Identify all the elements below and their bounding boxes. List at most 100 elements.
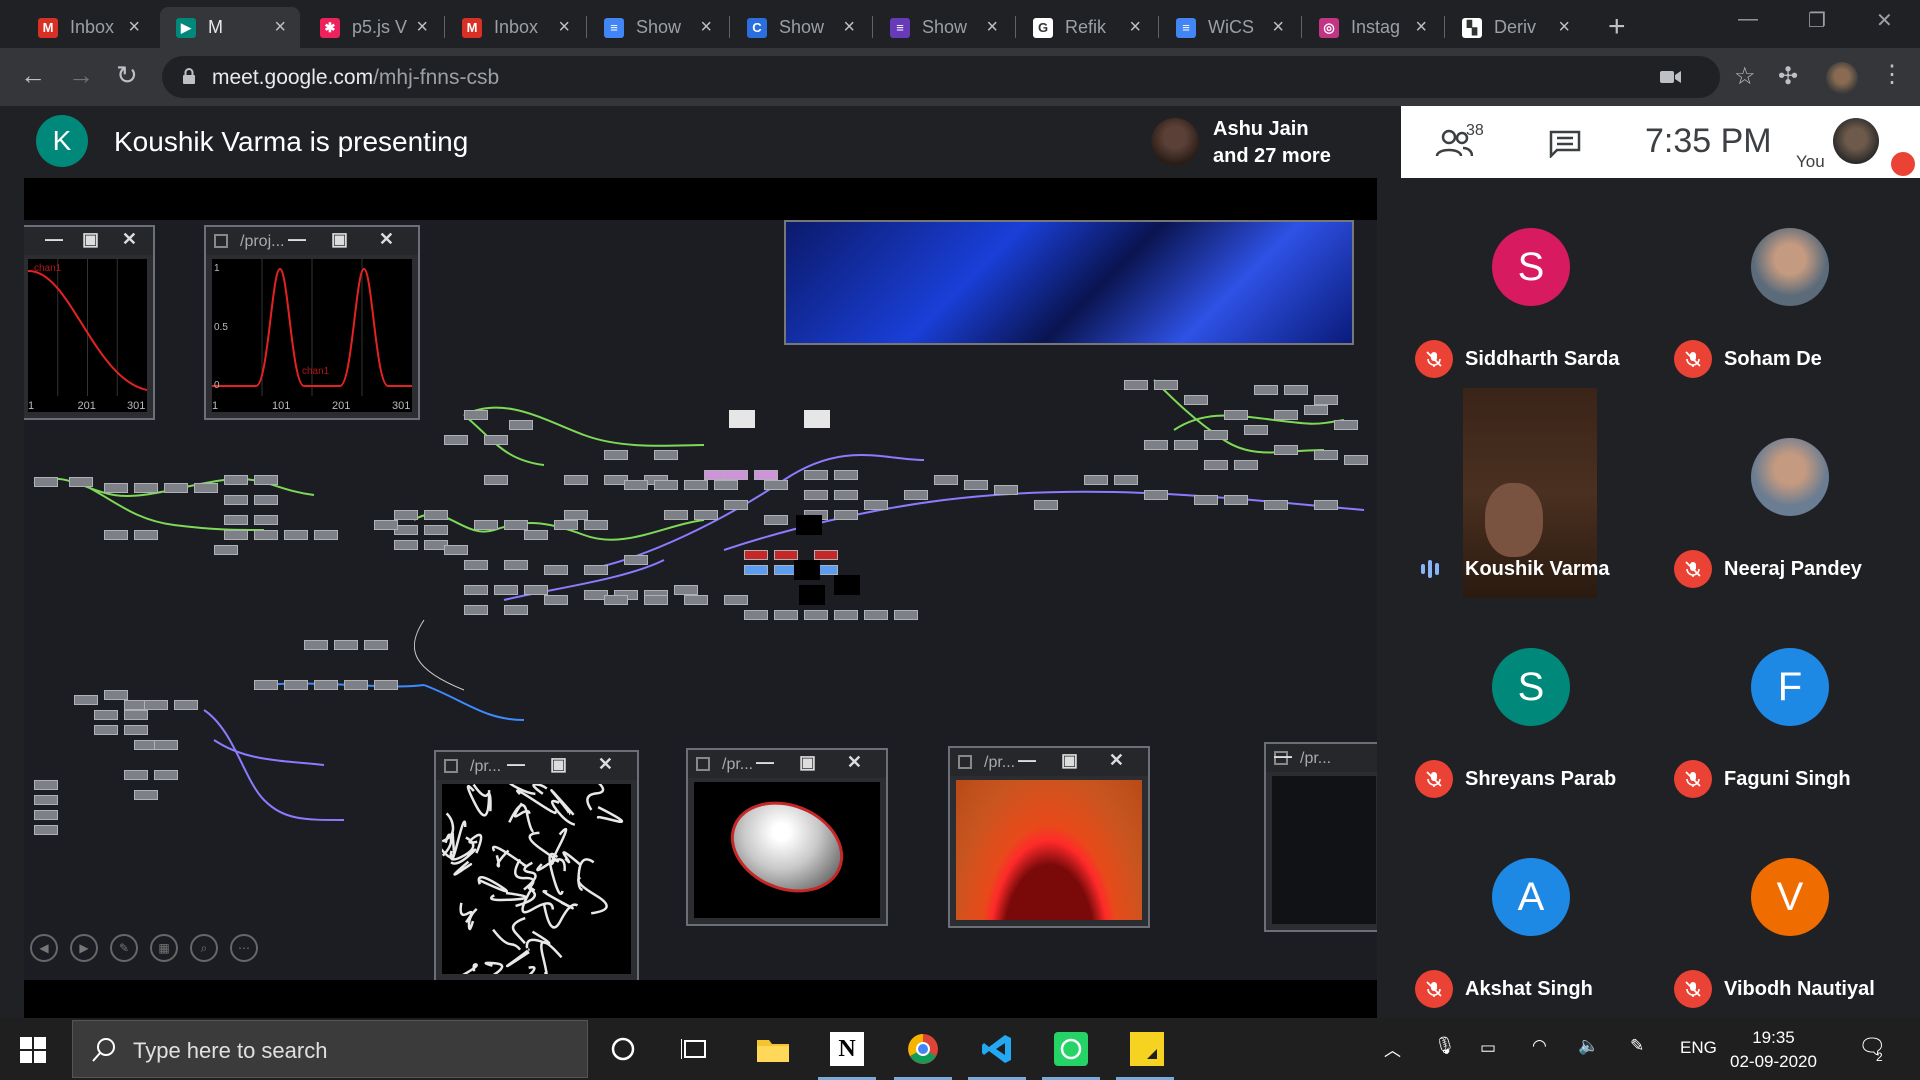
system-clock[interactable]: 19:35 02-09-2020	[1730, 1026, 1817, 1074]
viewer-window[interactable]: — ▣ ✕ 1 201 301 chan1	[24, 225, 155, 420]
profile-avatar[interactable]	[1826, 62, 1858, 94]
browser-tab[interactable]: M Inbox ×	[22, 7, 154, 48]
bookmark-star-icon[interactable]: ☆	[1734, 62, 1756, 91]
cortana-icon[interactable]	[606, 1032, 640, 1066]
maximize-icon[interactable]: ▣	[550, 754, 567, 775]
close-tab-icon[interactable]: ×	[1415, 16, 1427, 39]
viewer-titlebar[interactable]: /pr... — ▣ ✕	[950, 748, 1148, 776]
maximize-icon[interactable]: ▣	[331, 229, 348, 250]
participant-tile[interactable]: Soham De	[1660, 178, 1918, 388]
participant-tile[interactable]: F Faguni Singh	[1660, 598, 1918, 808]
browser-tab[interactable]: ◎ Instag ×	[1303, 7, 1441, 48]
viewer-window[interactable]: /pr... — ▣ ✕	[686, 748, 888, 926]
viewer-titlebar[interactable]: /proj... — ▣ ✕	[206, 227, 418, 255]
taskbar-search-box[interactable]: Type here to search	[72, 1020, 588, 1078]
operator-node	[394, 540, 418, 550]
browser-tab[interactable]: ▶ M ×	[160, 7, 300, 48]
language-indicator[interactable]: ENG	[1680, 1038, 1717, 1058]
participant-tile[interactable]: S Shreyans Parab	[1401, 598, 1659, 808]
close-tab-icon[interactable]: ×	[700, 16, 712, 39]
viewer-window[interactable]: /pr... —	[1264, 742, 1377, 932]
chart-tick-label: 0	[214, 380, 220, 391]
chrome-menu-icon[interactable]: ⋮	[1880, 60, 1904, 89]
browser-tab[interactable]: ▚ Deriv ×	[1446, 7, 1584, 48]
show-hidden-icons[interactable]: ︿	[1384, 1036, 1401, 1061]
extensions-icon[interactable]: ✣	[1778, 62, 1798, 91]
maximize-window-button[interactable]: ❐	[1808, 8, 1826, 33]
vscode-icon[interactable]	[980, 1032, 1014, 1066]
sticky-notes-icon[interactable]	[1130, 1032, 1164, 1066]
browser-tab[interactable]: C Show ×	[731, 7, 869, 48]
back-button[interactable]: ←	[20, 60, 46, 91]
operator-node	[1264, 500, 1288, 510]
viewer-titlebar[interactable]: — ▣ ✕	[24, 227, 153, 255]
new-tab-button[interactable]: +	[1608, 10, 1626, 44]
participant-tile[interactable]: A Akshat Singh	[1401, 808, 1659, 1018]
close-icon[interactable]: ✕	[379, 229, 394, 250]
browser-tab[interactable]: ≡ Show ×	[874, 7, 1012, 48]
participant-photo	[1751, 228, 1829, 306]
reload-button[interactable]: ↻	[116, 60, 138, 91]
pen-icon[interactable]: ✎	[1630, 1036, 1644, 1056]
minimize-icon[interactable]: —	[1274, 746, 1292, 767]
minimize-window-button[interactable]: —	[1738, 8, 1758, 31]
close-icon[interactable]: ✕	[598, 754, 613, 775]
notion-icon[interactable]: N	[830, 1032, 864, 1066]
whatsapp-icon[interactable]	[1054, 1032, 1088, 1066]
viewer-titlebar[interactable]: /pr... — ▣ ✕	[688, 750, 886, 778]
viewer-window[interactable]: /pr... — ▣ ✕	[434, 750, 639, 980]
participant-tile[interactable]: V Vibodh Nautiyal	[1660, 808, 1918, 1018]
task-view-icon[interactable]	[678, 1032, 712, 1066]
browser-tab[interactable]: ≡ Show ×	[588, 7, 726, 48]
close-tab-icon[interactable]: ×	[558, 16, 570, 39]
network-wire	[213, 739, 325, 766]
address-bar[interactable]: meet.google.com/mhj-fnns-csb ☆	[162, 56, 1756, 98]
close-icon[interactable]: ✕	[1109, 750, 1124, 771]
wifi-icon[interactable]: ◠	[1532, 1036, 1547, 1056]
chat-icon[interactable]	[1549, 130, 1581, 158]
close-icon[interactable]: ✕	[122, 229, 137, 250]
maximize-icon[interactable]: ▣	[82, 229, 99, 250]
operator-node	[1204, 430, 1228, 440]
close-tab-icon[interactable]: ×	[843, 16, 855, 39]
browser-tab[interactable]: M Inbox ×	[446, 7, 584, 48]
close-icon[interactable]: ✕	[847, 752, 862, 773]
viewer-titlebar[interactable]: /pr... —	[1266, 744, 1377, 772]
maximize-icon[interactable]: ▣	[1061, 750, 1078, 771]
viewer-window[interactable]: /proj... — ▣ ✕ 1 101 201 301 1 0.5 0 chan1	[204, 225, 420, 420]
operator-node	[1144, 440, 1168, 450]
close-tab-icon[interactable]: ×	[274, 16, 286, 39]
chrome-icon[interactable]	[906, 1032, 940, 1066]
minimize-icon[interactable]: —	[45, 229, 63, 250]
close-tab-icon[interactable]: ×	[1129, 16, 1141, 39]
participant-tile[interactable]: Neeraj Pandey	[1660, 388, 1918, 598]
minimize-icon[interactable]: —	[1018, 750, 1036, 771]
participant-tile[interactable]: Koushik Varma	[1401, 388, 1659, 598]
windows-start-icon[interactable]	[20, 1037, 46, 1063]
forward-button[interactable]: →	[68, 60, 94, 91]
viewer-window[interactable]: /pr... — ▣ ✕	[948, 746, 1150, 928]
battery-icon[interactable]: ▭	[1480, 1038, 1496, 1058]
minimize-icon[interactable]: —	[507, 754, 525, 775]
close-tab-icon[interactable]: ×	[128, 16, 140, 39]
close-tab-icon[interactable]: ×	[1558, 16, 1570, 39]
browser-tab[interactable]: G Refik ×	[1017, 7, 1155, 48]
mic-off-icon	[1674, 760, 1712, 798]
self-avatar[interactable]	[1833, 118, 1879, 164]
close-window-button[interactable]: ✕	[1876, 8, 1893, 33]
minimize-icon[interactable]: —	[288, 229, 306, 250]
participant-tile[interactable]: S Siddharth Sarda	[1401, 178, 1659, 388]
viewer-titlebar[interactable]: /pr... — ▣ ✕	[436, 752, 637, 780]
other-participants-chip[interactable]: Ashu Jain and 27 more	[1143, 108, 1401, 176]
volume-icon[interactable]: 🔈	[1578, 1036, 1599, 1056]
close-tab-icon[interactable]: ×	[1272, 16, 1284, 39]
maximize-icon[interactable]: ▣	[799, 752, 816, 773]
close-tab-icon[interactable]: ×	[416, 16, 428, 39]
browser-tab[interactable]: ✱ p5.js V ×	[304, 7, 442, 48]
microphone-tray-icon[interactable]: 🎙	[1434, 1036, 1456, 1056]
browser-tab[interactable]: ≡ WiCS ×	[1160, 7, 1298, 48]
file-explorer-icon[interactable]	[756, 1032, 790, 1066]
minimize-icon[interactable]: —	[756, 752, 774, 773]
camera-blocked-icon[interactable]	[1660, 68, 1682, 86]
close-tab-icon[interactable]: ×	[986, 16, 998, 39]
